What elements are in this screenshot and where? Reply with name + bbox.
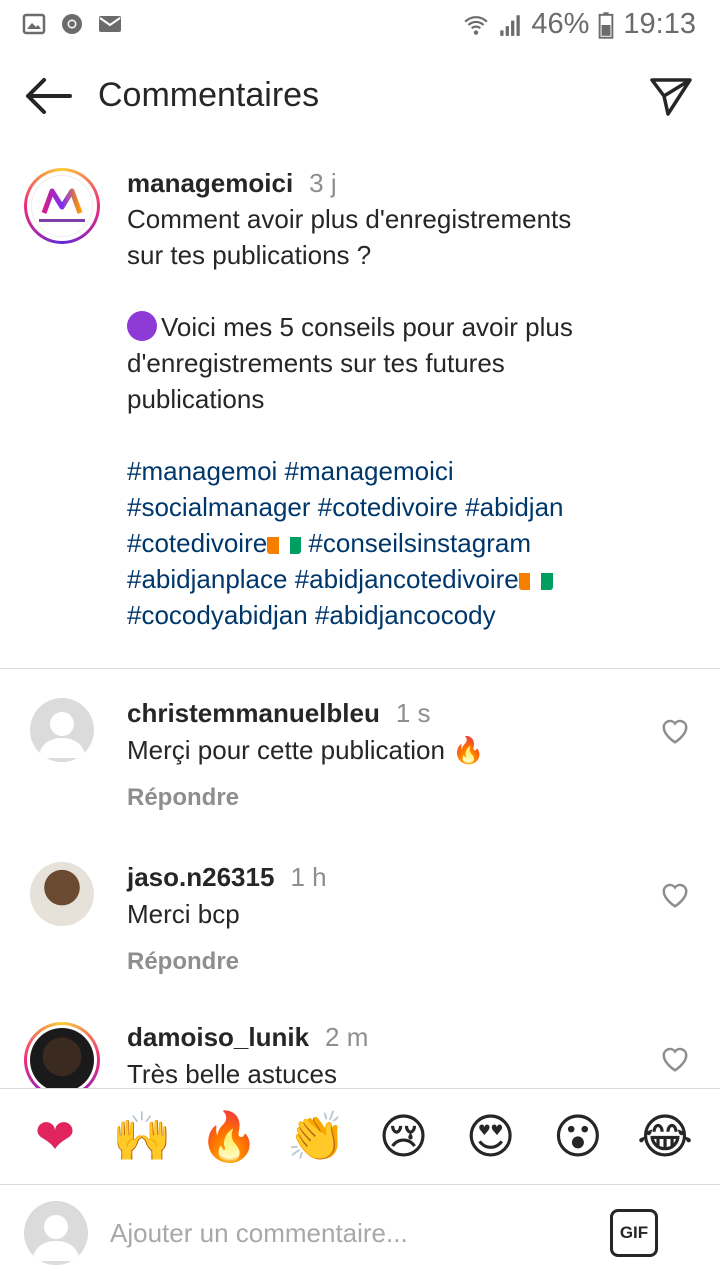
signal-icon [500, 14, 521, 36]
battery-icon [599, 11, 614, 39]
hashtags: #managemoi #managemoici #socialmanager #… [127, 453, 697, 633]
like-heart-icon[interactable] [660, 716, 690, 746]
caption-text-2: Voici mes 5 conseils pour avoir plus d'e… [127, 312, 573, 414]
hashtag-line[interactable]: #cocodyabidjan #abidjancocody [127, 597, 697, 633]
purple-circle-emoji [127, 311, 157, 341]
crying-emoji-button[interactable]: 😢 [373, 1113, 435, 1161]
comment-text: Merçi pour cette publication 🔥 [127, 735, 485, 765]
comment: christemmanuelbleu 1 s Merçi pour cette p… [0, 698, 720, 848]
hashtag-line[interactable]: #managemoi #managemoici [127, 453, 697, 489]
mail-icon [99, 16, 121, 32]
comment-text: Très belle astuces [127, 1059, 338, 1088]
divider [0, 668, 720, 669]
header: Commentaires [0, 60, 720, 132]
emoji-quick-bar: ❤ 🙌 🔥 👏 😢 😍 😮 😂 [0, 1088, 720, 1184]
like-heart-icon[interactable] [660, 880, 690, 910]
gallery-icon [22, 13, 46, 35]
reply-button[interactable]: Répondre [127, 948, 647, 976]
comment-username[interactable]: damoiso_lunik [127, 1022, 309, 1052]
comment-avatar[interactable] [30, 862, 94, 926]
ivory-coast-flag-icon [518, 568, 553, 590]
caption-avatar[interactable] [24, 168, 100, 244]
caption-time: 3 j [309, 168, 337, 198]
my-avatar [24, 1201, 88, 1265]
comment-avatar[interactable] [24, 1022, 100, 1088]
comment-username[interactable]: jaso.n26315 [127, 862, 274, 892]
gif-button[interactable]: GIF [610, 1209, 658, 1257]
heart-emoji-button[interactable]: ❤ [24, 1113, 86, 1161]
comment-username[interactable]: christemmanuelbleu [127, 698, 380, 728]
page-title: Commentaires [98, 76, 320, 114]
managemoici-logo [31, 175, 93, 237]
comment: damoiso_lunik 2 m Très belle astuces [0, 1022, 720, 1088]
ivory-coast-flag-icon [267, 532, 302, 554]
raising-hands-emoji-button[interactable]: 🙌 [111, 1113, 173, 1161]
comment-avatar[interactable] [30, 698, 94, 762]
send-icon[interactable] [648, 74, 694, 120]
comment-input[interactable] [110, 1211, 580, 1255]
clock: 19:13 [623, 8, 696, 40]
caption-text-1: Comment avoir plus d'enregistrements sur… [127, 204, 572, 270]
hashtag-line[interactable]: #cotedivoire [127, 528, 267, 558]
status-bar: 46% 19:13 [0, 0, 720, 50]
clapping-emoji-button[interactable]: 👏 [285, 1113, 347, 1161]
hashtag-line[interactable]: #abidjanplace #abidjancotedivoire [127, 564, 519, 594]
comment-time: 1 h [290, 862, 327, 892]
fire-emoji-button[interactable]: 🔥 [198, 1113, 260, 1161]
back-arrow-icon[interactable] [22, 74, 74, 118]
laughing-emoji-button[interactable]: 😂 [634, 1113, 696, 1161]
comment-time: 2 m [325, 1022, 369, 1052]
caption-username[interactable]: managemoici [127, 168, 293, 198]
surprised-emoji-button[interactable]: 😮 [547, 1113, 609, 1161]
hashtag-line[interactable]: #conseilsinstagram [301, 528, 531, 558]
reply-button[interactable]: Répondre [127, 784, 647, 812]
comment-time: 1 s [395, 698, 431, 728]
heart-eyes-emoji-button[interactable]: 😍 [460, 1113, 522, 1161]
default-avatar-icon [38, 712, 86, 758]
comment: jaso.n26315 1 h Merci bcp Répondre [0, 862, 720, 1012]
comment-input-bar: GIF [0, 1184, 720, 1280]
wifi-icon [464, 15, 488, 35]
hashtag-line[interactable]: #socialmanager #cotedivoire #abidjan [127, 489, 697, 525]
like-heart-icon[interactable] [660, 1044, 690, 1074]
battery-percent: 46% [531, 8, 590, 40]
comment-text: Merci bcp [127, 899, 240, 929]
default-avatar-icon [32, 1215, 80, 1261]
chrome-icon [62, 14, 82, 34]
